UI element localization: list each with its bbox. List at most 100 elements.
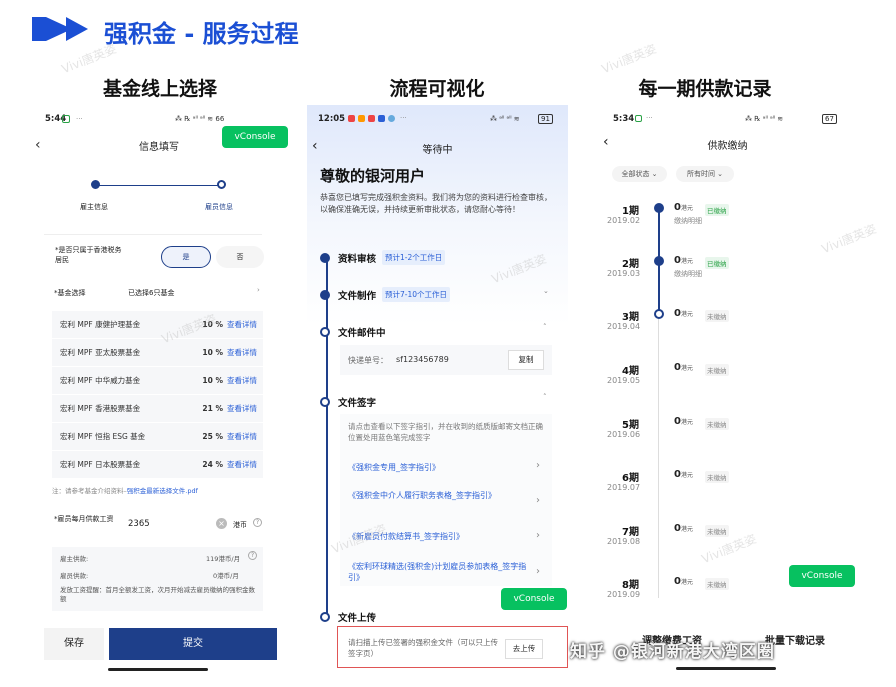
salary-input[interactable]: 2365 <box>128 519 150 529</box>
clear-icon[interactable]: × <box>216 518 227 529</box>
employer-contribution-value: 119港币/月 <box>206 555 241 563</box>
signal-icons: ⁂ ℞ ᵃˡˡ ᵃˡˡ ≋ <box>745 115 784 123</box>
app-icon <box>358 115 365 122</box>
fund-detail-link[interactable]: 查看详情 <box>227 375 263 386</box>
fund-percent: 24 % <box>202 460 223 469</box>
source-overlay-text: 知乎 @银河新港大湾区圈 <box>570 642 775 662</box>
notification-icon <box>635 115 642 122</box>
fund-detail-link[interactable]: 查看详情 <box>227 403 263 414</box>
payment-detail-link[interactable]: 缴纳明细 <box>674 216 702 226</box>
payment-unit: 港元 <box>680 419 693 426</box>
fund-row: 宏利 MPF 中华威力基金 10 % 查看详情 <box>52 367 263 394</box>
payment-row[interactable]: 5期 2019.06 0港元 未缴纳 <box>602 416 772 456</box>
back-icon[interactable]: ‹ <box>312 138 318 154</box>
fund-name: 宏利 MPF 亚太股票基金 <box>60 348 141 357</box>
more-icon: ··· <box>646 114 653 122</box>
app-icon <box>378 115 385 122</box>
no-option[interactable]: 否 <box>216 246 264 268</box>
payment-unit: 港元 <box>680 579 693 586</box>
status-filter[interactable]: 全部状态 ⌄ <box>612 166 667 182</box>
employee-contribution-value: 0港币/月 <box>213 572 239 580</box>
status-filter-label: 全部状态 <box>621 170 650 178</box>
vconsole-button[interactable]: vConsole <box>501 588 567 610</box>
payment-row[interactable]: 4期 2019.05 0港元 未缴纳 <box>602 362 772 402</box>
employer-contribution-label: 雇主供款: <box>60 555 89 563</box>
payment-period: 8期 <box>622 580 639 591</box>
vconsole-button[interactable]: vConsole <box>222 126 288 148</box>
back-icon[interactable]: ‹ <box>603 134 609 150</box>
app-icon <box>388 115 395 122</box>
tax-resident-label: *是否只属于香港税务居民 <box>55 246 122 264</box>
chevron-up-icon[interactable]: ˄ <box>543 323 547 331</box>
fund-note-prefix: 注：请参考基金介绍资料– <box>52 487 127 495</box>
fund-pdf-link[interactable]: 强积金最新选择文件.pdf <box>127 487 198 495</box>
payment-row[interactable]: 3期 2019.04 0港元 未缴纳 <box>602 308 772 348</box>
chevron-right-icon: › <box>536 495 540 506</box>
payment-status-badge: 已缴纳 <box>705 257 729 269</box>
payment-date: 2019.03 <box>607 269 641 278</box>
payment-unit: 港元 <box>680 311 693 318</box>
payment-row[interactable]: 6期 2019.07 0港元 未缴纳 <box>602 469 772 509</box>
payment-amount-value: 0 <box>674 576 681 587</box>
copy-button[interactable]: 复制 <box>508 350 544 370</box>
chevron-right-icon: › <box>536 460 540 471</box>
payment-row[interactable]: 8期 2019.09 0港元 未缴纳 <box>602 576 772 616</box>
time-filter[interactable]: 所有时间 ⌄ <box>676 166 734 182</box>
fund-percent: 10 % <box>202 348 223 357</box>
chevron-up-icon[interactable]: ˄ <box>543 393 547 401</box>
yes-option[interactable]: 是 <box>161 246 211 268</box>
payment-status-badge: 未缴纳 <box>705 578 729 590</box>
step-eta: 预计1-2个工作日 <box>382 250 446 265</box>
payment-period: 2期 <box>622 259 639 270</box>
timeline-line <box>326 255 328 615</box>
fund-detail-link[interactable]: 查看详情 <box>227 319 263 330</box>
home-indicator <box>676 667 776 670</box>
payment-amount-value: 0 <box>674 255 681 266</box>
fund-detail-link[interactable]: 查看详情 <box>227 347 263 358</box>
fund-detail-link[interactable]: 查看详情 <box>227 431 263 442</box>
payment-unit: 港元 <box>680 365 693 372</box>
payment-amount: 0港元 <box>674 202 693 213</box>
help-icon[interactable]: ? <box>248 551 257 560</box>
payment-amount: 0港元 <box>674 469 693 480</box>
payment-date: 2019.07 <box>607 483 641 492</box>
submit-button[interactable]: 提交 <box>109 628 277 660</box>
guide-link-mpf[interactable]: 《强积金专用_签字指引》 <box>340 462 552 473</box>
screen-title: 供款缴纳 <box>707 141 748 152</box>
chevron-down-icon[interactable]: ⌄ <box>543 287 549 295</box>
upload-button[interactable]: 去上传 <box>505 639 543 659</box>
fund-select-value[interactable]: 已选择6只基金 <box>128 288 174 298</box>
guide-link-enrolment[interactable]: 《宏利环球精选(强积金)计划雇员参加表格_签字指引》 <box>340 561 530 583</box>
step-upload: 文件上传 <box>320 610 376 624</box>
back-icon[interactable]: ‹ <box>35 137 41 153</box>
vconsole-button[interactable]: vConsole <box>789 565 855 587</box>
salary-label: *雇员每月供款工资 <box>54 515 114 523</box>
payment-amount: 0港元 <box>674 308 693 319</box>
payment-amount: 0港元 <box>674 255 693 266</box>
fund-row: 宏利 MPF 香港股票基金 21 % 查看详情 <box>52 395 263 422</box>
payment-detail-link[interactable]: 缴纳明细 <box>674 269 702 279</box>
time-filter-label: 所有时间 <box>686 170 715 178</box>
payment-row[interactable]: 1期 2019.02 0港元 已缴纳 缴纳明细 <box>602 202 772 242</box>
home-indicator <box>108 668 208 671</box>
signal-icons: ⁂ ᵃˡˡ ᵃˡˡ ≋ <box>490 115 520 123</box>
payment-date: 2019.08 <box>607 537 641 546</box>
payment-unit: 港元 <box>680 258 693 265</box>
save-button[interactable]: 保存 <box>44 628 104 660</box>
help-icon[interactable]: ? <box>253 518 262 527</box>
payment-row[interactable]: 2期 2019.03 0港元 已缴纳 缴纳明细 <box>602 255 772 295</box>
step-production: 文件制作 预计7-10个工作日 <box>320 287 451 302</box>
guide-link-intermediary[interactable]: 《强积金中介人履行职务表格_签字指引》 <box>340 490 500 501</box>
fund-select-label: *基金选择 <box>54 289 86 297</box>
status-time: 12:05 <box>318 114 346 124</box>
fund-name: 宏利 MPF 香港股票基金 <box>60 404 141 413</box>
battery-icon: 91 <box>538 114 553 124</box>
paid-check-icon <box>654 203 664 213</box>
fund-detail-link[interactable]: 查看详情 <box>227 459 263 470</box>
screen-title: 信息填写 <box>139 142 179 153</box>
payment-amount-value: 0 <box>674 202 681 213</box>
fund-name: 宏利 MPF 日本股票基金 <box>60 460 141 469</box>
divider <box>44 234 262 235</box>
step-line <box>96 185 222 186</box>
fund-row: 宏利 MPF 恒指 ESG 基金 25 % 查看详情 <box>52 423 263 450</box>
